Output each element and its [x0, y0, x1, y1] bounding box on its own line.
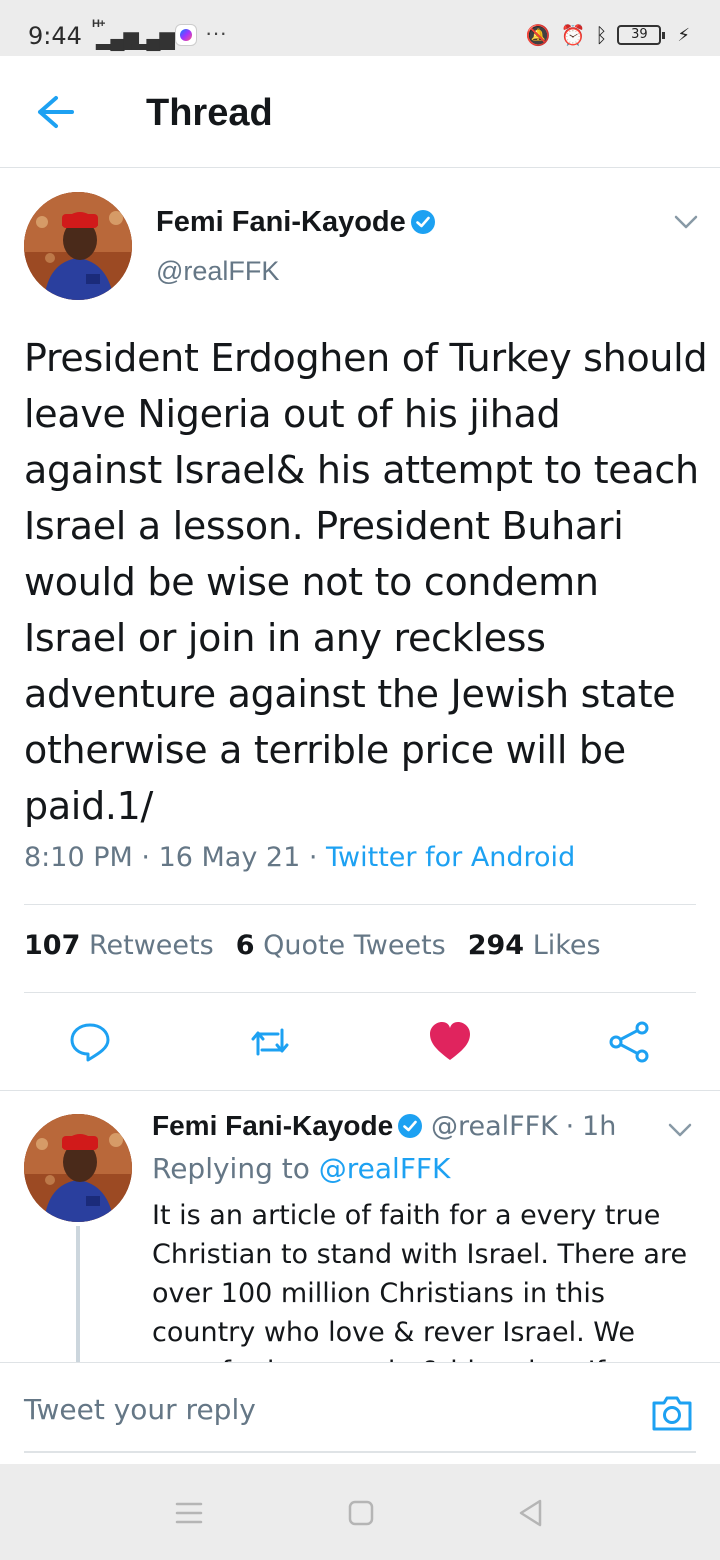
- replying-prefix: Replying to: [152, 1152, 310, 1185]
- battery-icon: 39: [617, 25, 666, 45]
- reply-menu-button[interactable]: [666, 1120, 694, 1140]
- more-notifications-icon: ···: [205, 20, 227, 45]
- quote-tweets-stat[interactable]: 6 Quote Tweets: [236, 930, 446, 961]
- verified-badge-icon: [398, 1114, 423, 1138]
- signal-2-icon: ▂▄▆: [132, 28, 175, 50]
- system-nav-bar: [0, 1464, 720, 1560]
- reply-header[interactable]: Femi Fani-Kayode @realFFK · 1h: [152, 1110, 616, 1142]
- camera-button[interactable]: [650, 1393, 694, 1433]
- tweet-date: 16 May 21: [158, 842, 301, 873]
- tweet-metadata: 8:10 PM · 16 May 21 · Twitter for Androi…: [24, 842, 575, 873]
- tweet-reply-input[interactable]: Tweet your reply: [24, 1393, 256, 1426]
- like-button[interactable]: [428, 1020, 472, 1064]
- reply-author-name: Femi Fani-Kayode: [152, 1110, 394, 1141]
- mute-icon: 🔕: [525, 23, 551, 47]
- status-right-group: 🔕 ⏰ ᛒ 39 ⚡: [526, 20, 690, 50]
- tweet-actions: [0, 1010, 720, 1074]
- reply-text[interactable]: It is an article of faith for a every tr…: [152, 1196, 702, 1362]
- alarm-icon: ⏰: [560, 23, 586, 47]
- status-bar: 9:44 H+ ▂▄▆ ▂▄▆ ··· 🔕 ⏰ ᛒ 39 ⚡: [0, 0, 720, 56]
- status-time: 9:44: [28, 22, 82, 50]
- messenger-icon: [175, 24, 197, 46]
- retweet-button[interactable]: [248, 1020, 292, 1064]
- replying-to: Replying to @realFFK: [152, 1152, 450, 1185]
- share-button[interactable]: [608, 1020, 652, 1064]
- charging-icon: ⚡: [677, 24, 690, 46]
- avatar-image: [24, 1114, 132, 1222]
- divider: [24, 992, 696, 993]
- camera-icon: [652, 1396, 692, 1431]
- reply-age: 1h: [582, 1111, 617, 1142]
- reply-author-avatar[interactable]: [24, 1114, 132, 1222]
- author-avatar[interactable]: [24, 192, 132, 300]
- meta-separator: ·: [565, 1111, 575, 1142]
- home-button[interactable]: [346, 1498, 376, 1528]
- retweets-stat[interactable]: 107 Retweets: [24, 930, 214, 961]
- recents-button[interactable]: [174, 1498, 204, 1528]
- divider: [0, 1090, 720, 1091]
- meta-separator: ·: [308, 842, 327, 873]
- quotes-count: 6: [235, 930, 255, 961]
- meta-separator: ·: [141, 842, 159, 873]
- tweet-source-link[interactable]: Twitter for Android: [326, 842, 575, 873]
- menu-icon: [175, 1502, 203, 1524]
- retweets-count: 107: [24, 930, 81, 961]
- chevron-down-icon: [668, 1123, 692, 1137]
- avatar-image: [24, 192, 132, 300]
- back-nav-button[interactable]: [516, 1498, 546, 1528]
- divider: [24, 904, 696, 905]
- share-icon: [609, 1021, 649, 1063]
- verified-badge-icon: [410, 210, 435, 234]
- likes-stat[interactable]: 294 Likes: [468, 930, 601, 961]
- back-arrow-icon: [38, 96, 74, 128]
- reply-button[interactable]: [68, 1020, 112, 1064]
- retweets-label: Retweets: [88, 930, 214, 961]
- home-square-icon: [348, 1500, 374, 1526]
- back-button[interactable]: [34, 92, 78, 132]
- reply-author-handle: @realFFK: [430, 1111, 558, 1142]
- likes-label: Likes: [532, 930, 601, 961]
- author-handle[interactable]: @realFFK: [156, 256, 279, 287]
- back-triangle-icon: [519, 1499, 542, 1527]
- author-name-text: Femi Fani-Kayode: [156, 206, 406, 238]
- page-title: Thread: [146, 92, 273, 134]
- author-name[interactable]: Femi Fani-Kayode: [156, 206, 436, 239]
- chevron-down-icon: [674, 215, 698, 229]
- tweet-time: 8:10 PM: [24, 842, 133, 873]
- replying-to-link[interactable]: @realFFK: [319, 1152, 451, 1185]
- tweet-text: President Erdoghen of Turkey should leav…: [24, 336, 708, 828]
- likes-count: 294: [467, 930, 525, 961]
- heart-icon: [430, 1022, 470, 1060]
- thread-connector-line: [76, 1226, 80, 1366]
- bluetooth-icon: ᛒ: [595, 23, 608, 47]
- input-underline: [24, 1451, 696, 1453]
- reply-icon: [70, 1023, 110, 1062]
- retweet-icon: [251, 1028, 289, 1056]
- tweet-stats: 107 Retweets 6 Quote Tweets 294 Likes: [24, 930, 601, 961]
- reply-composer: Tweet your reply: [0, 1362, 720, 1464]
- app-header: Thread: [0, 56, 720, 168]
- quotes-label: Quote Tweets: [263, 930, 446, 961]
- tweet-menu-button[interactable]: [672, 212, 700, 232]
